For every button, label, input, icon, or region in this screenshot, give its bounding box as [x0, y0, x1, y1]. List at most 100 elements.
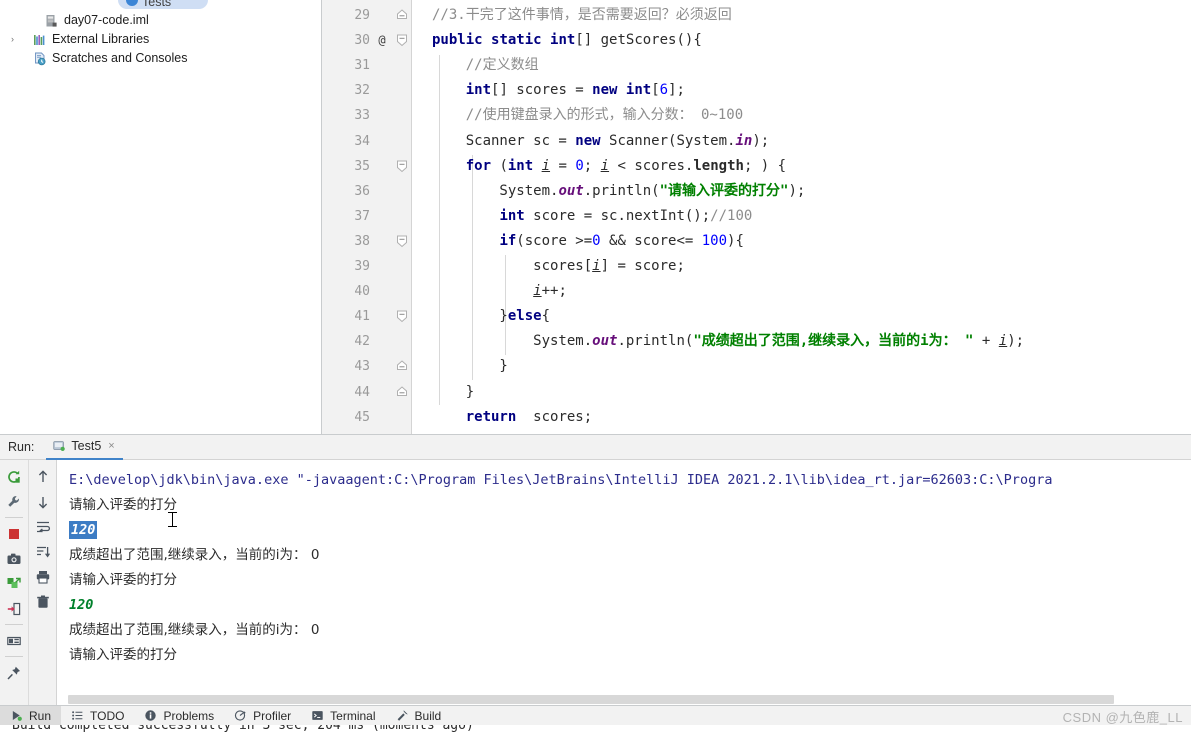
chevron-right-icon[interactable]: ›	[6, 30, 19, 49]
console-command-line[interactable]: E:\develop\jdk\bin\java.exe "-javaagent:…	[69, 468, 1191, 493]
tool-window-button-label: Run	[29, 708, 52, 723]
code-line: 42 System.out.println("成绩超出了范围,继续录入，当前的i…	[322, 329, 1191, 354]
idea-window: Tests day07-code.iml › External Librarie…	[0, 0, 1191, 733]
console-input-line[interactable]: 120	[69, 518, 1191, 543]
status-text: Build completed successfully in 3 sec, 2…	[12, 725, 474, 733]
code-line: 45 return scores;	[322, 405, 1191, 430]
terminal-icon	[311, 709, 325, 723]
tool-window-button-todo[interactable]: TODO	[61, 706, 134, 726]
line-number: 43	[354, 359, 370, 375]
console-output-line[interactable]: 请输入评委的打分	[69, 568, 1191, 593]
tool-window-button-run[interactable]: Run	[0, 705, 62, 726]
fold-start-icon[interactable]	[396, 154, 408, 179]
camera-icon[interactable]	[2, 546, 26, 571]
code-line: 36 System.out.println("请输入评委的打分");	[322, 179, 1191, 204]
code-text[interactable]: //定义数组	[432, 53, 1191, 78]
run-tab-test5[interactable]: Test5 ×	[46, 435, 123, 460]
override-marker-icon[interactable]: @	[374, 28, 390, 53]
line-number: 33	[354, 108, 370, 124]
pin-icon[interactable]	[2, 660, 26, 685]
console-output[interactable]: E:\develop\jdk\bin\java.exe "-javaagent:…	[57, 460, 1191, 705]
line-number: 44	[354, 384, 370, 400]
code-text[interactable]: if(score >=0 && score<= 100){	[432, 229, 1191, 254]
code-text[interactable]: }else{	[432, 304, 1191, 329]
scroll-end-icon[interactable]	[31, 539, 55, 564]
tree-item-label: External Libraries	[52, 32, 150, 46]
code-text[interactable]: //使用键盘录入的形式，输入分数： 0~100	[432, 103, 1191, 128]
console-horizontal-scrollbar[interactable]	[68, 695, 1114, 704]
line-number: 31	[354, 58, 370, 74]
console-output-line[interactable]: 请输入评委的打分	[69, 493, 1191, 518]
code-text[interactable]: //3.干完了这件事情，是否需要返回？必须返回	[432, 3, 1191, 28]
console-input-line[interactable]: 120	[69, 593, 1191, 618]
wrench-icon[interactable]	[2, 489, 26, 514]
run-label: Run:	[8, 440, 35, 454]
project-tool-window[interactable]: Tests day07-code.iml › External Librarie…	[0, 0, 322, 434]
tree-item-day07-code-iml[interactable]: day07-code.iml	[0, 11, 321, 30]
fold-end-icon[interactable]	[396, 380, 408, 405]
libraries-icon	[32, 32, 48, 48]
line-number: 29	[354, 8, 370, 23]
code-editor[interactable]: 29 //3.干完了这件事情，是否需要返回？必须返回 30 @ public stati…	[322, 0, 1191, 434]
code-text[interactable]: i++;	[432, 279, 1191, 304]
stop-icon[interactable]	[2, 521, 26, 546]
console-output-line[interactable]: 请输入评委的打分	[69, 643, 1191, 668]
code-line: 33 //使用键盘录入的形式，输入分数： 0~100	[322, 103, 1191, 128]
soft-wrap-icon[interactable]	[31, 514, 55, 539]
code-text[interactable]: int[] scores = new int[6];	[432, 78, 1191, 103]
arrow-up-icon[interactable]	[31, 464, 55, 489]
code-text[interactable]: }	[432, 380, 1191, 405]
tree-item-external-libraries[interactable]: › External Libraries	[0, 30, 321, 49]
code-text[interactable]: for (int i = 0; i < scores.length; ) {	[432, 154, 1191, 179]
tree-item-tests-partial[interactable]: Tests	[0, 0, 321, 11]
arrow-down-icon[interactable]	[31, 489, 55, 514]
todo-icon	[71, 709, 85, 723]
code-line: 40 i++;	[322, 279, 1191, 304]
layout-icon[interactable]	[2, 628, 26, 653]
fold-end-icon[interactable]	[396, 3, 408, 28]
build-icon	[396, 709, 410, 723]
code-text[interactable]: }	[432, 354, 1191, 379]
line-number: 32	[354, 83, 370, 99]
line-number: 39	[354, 259, 370, 274]
code-text[interactable]: Scanner sc = new Scanner(System.in);	[432, 129, 1191, 154]
code-text[interactable]: public static int[] getScores(){	[432, 28, 1191, 53]
code-text[interactable]: return scores;	[432, 405, 1191, 430]
rerun-icon[interactable]	[2, 464, 26, 489]
fold-start-icon[interactable]	[396, 304, 408, 329]
toolbar-separator	[5, 624, 23, 625]
fold-start-icon[interactable]	[396, 229, 408, 254]
thread-dump-icon[interactable]	[2, 571, 26, 596]
line-number: 36	[354, 183, 370, 199]
line-number: 45	[354, 409, 370, 425]
top-area: Tests day07-code.iml › External Librarie…	[0, 0, 1191, 434]
code-line: 34 Scanner sc = new Scanner(System.in);	[322, 129, 1191, 154]
line-number: 38	[354, 233, 370, 249]
tool-window-button-problems[interactable]: Problems	[134, 706, 224, 726]
tool-window-button-profiler[interactable]: Profiler	[224, 706, 301, 726]
module-file-icon	[44, 13, 60, 29]
code-text[interactable]: System.out.println("请输入评委的打分");	[432, 179, 1191, 204]
tool-window-button-terminal[interactable]: Terminal	[301, 706, 385, 726]
watermark: CSDN @九色鹿_LL	[1062, 710, 1183, 725]
console-output-line[interactable]: 成绩超出了范围,继续录入，当前的i为： 0	[69, 543, 1191, 568]
code-text[interactable]: scores[i] = score;	[432, 254, 1191, 279]
code-text[interactable]: System.out.println("成绩超出了范围,继续录入，当前的i为： …	[432, 329, 1191, 354]
fold-end-icon[interactable]	[396, 354, 408, 379]
tool-window-button-label: Profiler	[253, 708, 292, 723]
line-number: 30	[354, 33, 370, 49]
trash-icon[interactable]	[31, 589, 55, 614]
run-tab-bar: Run: Test5 ×	[0, 435, 1191, 460]
fold-start-icon[interactable]	[396, 28, 408, 53]
run-toolbar	[0, 460, 57, 705]
console-output-line[interactable]: 成绩超出了范围,继续录入，当前的i为： 0	[69, 618, 1191, 643]
close-icon[interactable]: ×	[108, 440, 114, 452]
code-text[interactable]: int score = sc.nextInt();//100	[432, 204, 1191, 229]
print-icon[interactable]	[31, 564, 55, 589]
export-icon[interactable]	[2, 596, 26, 621]
code-line: 31 //定义数组	[322, 53, 1191, 78]
tree-item-label: day07-code.iml	[64, 13, 149, 27]
run-configuration-icon	[52, 439, 66, 453]
tree-item-scratches-and-consoles[interactable]: Scratches and Consoles	[0, 49, 321, 68]
tool-window-button-build[interactable]: Build	[386, 706, 452, 726]
